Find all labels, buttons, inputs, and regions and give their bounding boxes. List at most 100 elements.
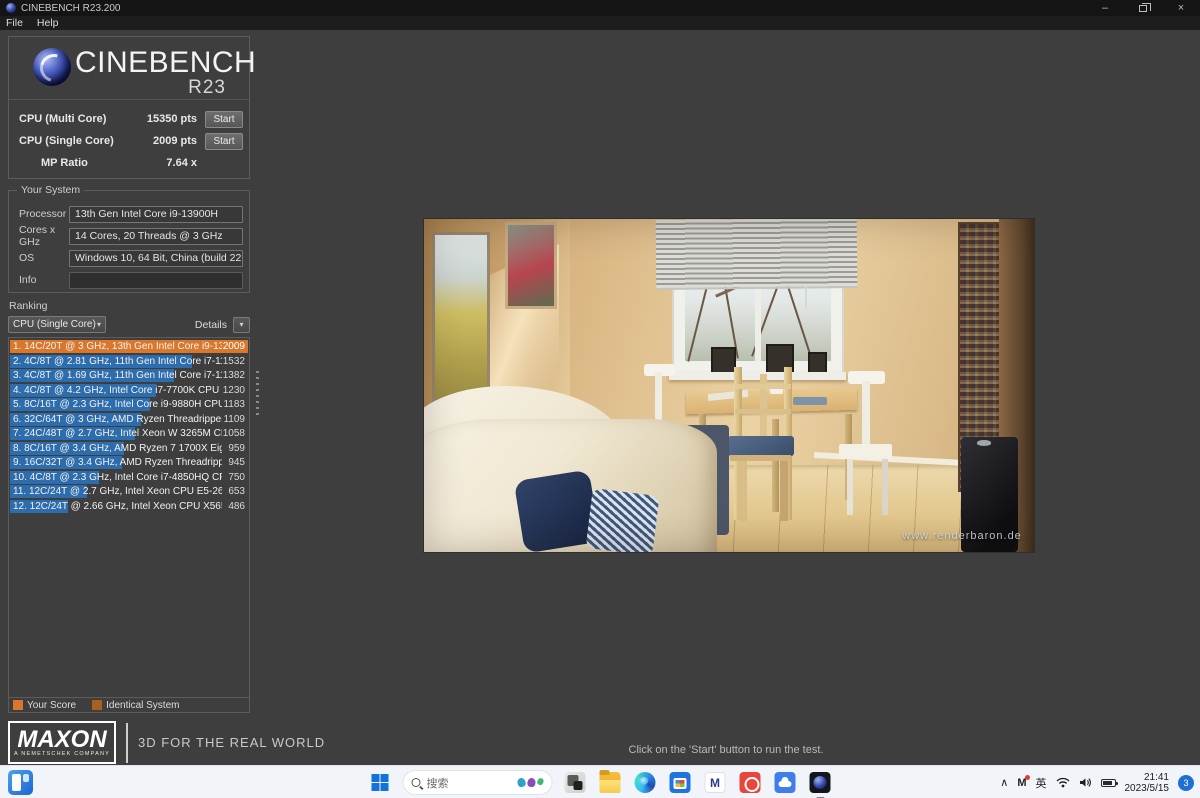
edge-button[interactable] [633,770,658,795]
app-icon [6,3,16,13]
title-bar[interactable]: CINEBENCH R23.200 – × [0,0,1200,16]
menu-file[interactable]: File [6,17,23,29]
cinebench-window: CINEBENCH R23.200 – × File Help CINEBENC… [0,0,1200,798]
ranking-title: Ranking [9,300,48,312]
score-value: 2009 pts [152,135,197,147]
ranking-row[interactable]: 5. 8C/16T @ 2.3 GHz, Intel Core i9-9880H… [10,398,248,411]
file-explorer-button[interactable] [598,770,623,795]
score-row-mpratio: MP Ratio 7.64 x [19,152,243,174]
cinebench-icon [809,772,831,793]
restore-icon [1139,2,1151,12]
store-icon [669,772,691,793]
ranking-row[interactable]: 9. 16C/32T @ 3.4 GHz, AMD Ryzen Threadri… [10,456,248,469]
ranking-row-score: 1109 [223,413,245,425]
chevron-down-icon: ▾ [96,320,101,329]
ranking-row-label: 7. 24C/48T @ 2.7 GHz, Intel Xeon W 3265M… [13,428,222,439]
ranking-row-label: 12. 12C/24T @ 2.66 GHz, Intel Xeon CPU X… [13,500,222,512]
ranking-row-score: 945 [228,457,245,468]
field-label: Cores x GHz [19,224,56,248]
widgets-icon[interactable] [8,770,33,795]
info-field[interactable] [69,271,243,289]
store-button[interactable] [668,770,693,795]
processor-field[interactable]: 13th Gen Intel Core i9-13900H [69,205,243,223]
task-view-icon [564,772,586,793]
handprint-decoration [516,777,545,788]
ranking-row[interactable]: 1. 14C/20T @ 3 GHz, 13th Gen Intel Core … [10,340,248,353]
field-label: OS [19,252,35,264]
score-row-multicore: CPU (Multi Core) 15350 pts Start [19,108,243,130]
minimize-button[interactable]: – [1086,0,1124,16]
logo-row: CINEBENCH R23 [9,37,256,100]
footer-divider [126,723,128,763]
search-placeholder: 搜索 [426,777,449,790]
ranking-row-score: 1183 [223,399,245,410]
ranking-row-score: 1532 [222,355,245,367]
your-system-panel: Your System Processor 13th Gen Intel Cor… [8,184,250,293]
tray-maxon-icon[interactable]: M [1017,774,1030,789]
ranking-row-score: 1382 [222,370,245,381]
footer-tagline: 3D FOR THE REAL WORLD [138,735,326,750]
file-explorer-icon [599,770,621,793]
maxon-app-button[interactable]: M [703,770,728,795]
ranking-row-label: 5. 8C/16T @ 2.3 GHz, Intel Core i9-9880H… [13,399,222,410]
details-dropdown-button[interactable]: ▾ [233,316,250,333]
start-multicore-button[interactable]: Start [205,110,243,128]
volume-icon[interactable] [1079,777,1092,788]
render-vignette [424,219,1034,552]
ranking-row-label: 8. 8C/16T @ 3.4 GHz, AMD Ryzen 7 1700X E… [13,442,222,454]
tray-chevron-up-icon[interactable]: ∧ [1000,776,1008,789]
maxon-app-icon: M [704,772,726,793]
ranking-row[interactable]: 11. 12C/24T @ 2.7 GHz, Intel Xeon CPU E5… [10,485,248,498]
ranking-row-score: 959 [228,442,245,454]
restore-button[interactable] [1124,0,1162,16]
menu-help[interactable]: Help [37,17,59,29]
ranking-list: 1. 14C/20T @ 3 GHz, 13th Gen Intel Core … [10,340,248,514]
your-score-swatch [13,700,23,710]
os-field[interactable]: Windows 10, 64 Bit, China (build 22621) [69,249,243,267]
render-watermark: www.renderbaron.de [902,530,1022,543]
ranking-row-label: 10. 4C/8T @ 2.3 GHz, Intel Core i7-4850H… [13,471,222,483]
status-message: Click on the 'Start' button to run the t… [628,744,824,756]
ranking-row[interactable]: 12. 12C/24T @ 2.66 GHz, Intel Xeon CPU X… [10,499,248,513]
system-row-processor: Processor 13th Gen Intel Core i9-13900H [19,203,243,225]
search-input[interactable]: 搜索 [402,770,553,795]
close-button[interactable]: × [1162,0,1200,16]
tray-time: 21:41 [1143,771,1169,783]
battery-icon[interactable] [1100,778,1118,787]
score-label: CPU (Multi Core) [19,113,107,125]
panel-splitter-handle[interactable] [256,371,259,415]
windows-logo-icon [371,774,389,791]
ranking-row-label: 4. 4C/8T @ 4.2 GHz, Intel Core i7-7700K … [13,384,220,396]
system-row-os: OS Windows 10, 64 Bit, China (build 2262… [19,247,243,269]
ranking-panel: 1. 14C/20T @ 3 GHz, 13th Gen Intel Core … [8,337,250,713]
ranking-row-label: 1. 14C/20T @ 3 GHz, 13th Gen Intel Core … [13,341,222,352]
start-button[interactable] [368,770,393,795]
ranking-row[interactable]: 4. 4C/8T @ 4.2 GHz, Intel Core i7-7700K … [10,383,248,397]
start-singlecore-button[interactable]: Start [205,132,243,150]
ranking-row[interactable]: 3. 4C/8T @ 1.69 GHz, 11th Gen Intel Core… [10,369,248,382]
notification-badge[interactable]: 3 [1178,774,1194,791]
field-label: Info [19,274,37,286]
logo-title: CINEBENCH [75,46,257,79]
render-preview: www.renderbaron.de [424,219,1034,552]
clock[interactable]: 21:41 2023/5/15 [1125,772,1170,794]
score-value: 15350 pts [146,113,197,125]
maxon-subtitle: A NEMETSCHEK COMPANY [13,750,111,757]
maxon-wordmark: MAXON [17,725,107,753]
ranking-row-label: 3. 4C/8T @ 1.69 GHz, 11th Gen Intel Core… [13,370,222,381]
ranking-row[interactable]: 8. 8C/16T @ 3.4 GHz, AMD Ryzen 7 1700X E… [10,441,248,455]
ranking-row[interactable]: 10. 4C/8T @ 2.3 GHz, Intel Core i7-4850H… [10,470,248,484]
cores-field[interactable]: 14 Cores, 20 Threads @ 3 GHz [69,227,243,245]
your-system-title: Your System [17,184,85,196]
wifi-icon[interactable] [1056,777,1070,788]
task-view-button[interactable] [563,770,588,795]
ranking-filter-select[interactable]: CPU (Single Core) ▾ [8,316,106,333]
ranking-row[interactable]: 2. 4C/8T @ 2.81 GHz, 11th Gen Intel Core… [10,354,248,368]
cinebench-taskbar-button[interactable] [808,770,833,798]
ranking-filter-value: CPU (Single Core) [13,319,96,330]
ranking-row[interactable]: 7. 24C/48T @ 2.7 GHz, Intel Xeon W 3265M… [10,427,248,440]
ranking-row[interactable]: 6. 32C/64T @ 3 GHz, AMD Ryzen Threadripp… [10,412,248,426]
huawei-cloud-button[interactable] [773,770,798,795]
huawei-appgallery-button[interactable] [738,770,763,795]
ime-indicator[interactable]: 英 [1036,775,1047,791]
